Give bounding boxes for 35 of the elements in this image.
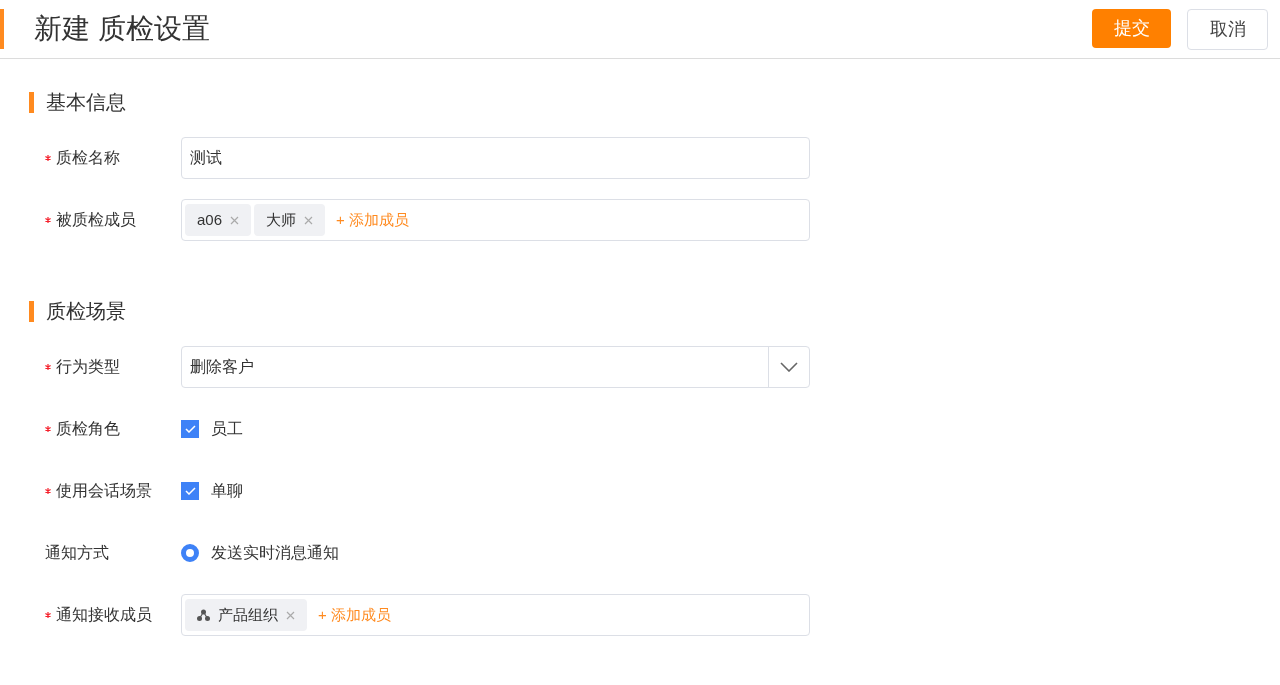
check-icon xyxy=(184,425,196,433)
org-chart-icon xyxy=(197,609,210,621)
field-label: 质检名称 xyxy=(56,148,120,168)
tag-label: a06 xyxy=(197,209,223,230)
cancel-button[interactable]: 取消 xyxy=(1187,8,1268,50)
select-field[interactable]: 删除客户 xyxy=(181,346,810,388)
field-label: 使用会话场景 xyxy=(56,481,152,501)
checkbox[interactable] xyxy=(181,482,199,500)
field-label: 质检角色 xyxy=(56,419,120,439)
radio-label: 发送实时消息通知 xyxy=(211,543,339,563)
member-field[interactable]: 产品组织 + 添加成员 xyxy=(181,594,810,636)
header-accent-bar xyxy=(0,9,4,49)
page-title: 新建 质检设置 xyxy=(34,12,211,46)
section-accent-bar xyxy=(29,91,34,113)
tag-label: 产品组织 xyxy=(218,604,278,625)
checkbox-label: 员工 xyxy=(211,419,243,439)
text-input-field[interactable]: 测试 xyxy=(181,137,810,179)
member-field[interactable]: a06 大师 + 添加成员 xyxy=(181,199,810,241)
chevron-down-icon xyxy=(780,362,798,372)
section-title: 质检场景 xyxy=(46,299,126,324)
section-accent-bar xyxy=(29,300,34,322)
select-value: 删除客户 xyxy=(189,357,255,377)
radio-button[interactable] xyxy=(181,544,199,562)
field-label: 行为类型 xyxy=(56,357,120,377)
close-icon[interactable] xyxy=(230,215,240,225)
tag-label: 大师 xyxy=(266,209,297,230)
check-icon xyxy=(184,487,196,495)
checkbox-label: 单聊 xyxy=(211,481,243,501)
section-title: 基本信息 xyxy=(46,90,126,115)
close-icon[interactable] xyxy=(304,215,314,225)
field-label: 通知接收成员 xyxy=(56,605,152,625)
field-label: 被质检成员 xyxy=(56,210,136,230)
field-label: 通知方式 xyxy=(45,543,109,563)
checkbox[interactable] xyxy=(181,420,199,438)
close-icon[interactable] xyxy=(286,610,295,620)
